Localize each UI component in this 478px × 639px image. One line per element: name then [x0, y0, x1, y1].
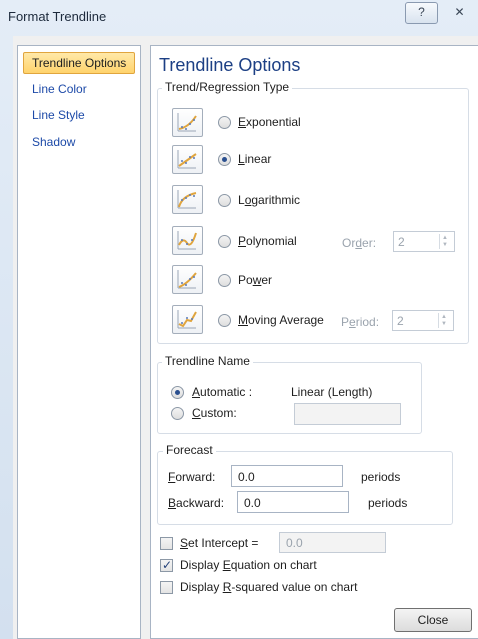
sidebar-item-line-style[interactable]: Line Style: [24, 105, 140, 127]
display-r-squared-label[interactable]: Display R-squared value on chart: [180, 580, 357, 594]
exponential-radio[interactable]: [218, 116, 231, 129]
sidebar-item-label: Line Color: [32, 82, 87, 96]
forecast-group: [157, 451, 453, 525]
help-button[interactable]: ?: [405, 2, 438, 24]
exponential-icon: [172, 108, 203, 137]
period-spin-arrows[interactable]: ▲ ▼: [438, 313, 451, 328]
close-window-button[interactable]: ✕: [443, 2, 476, 24]
power-icon: [172, 265, 203, 294]
set-intercept-checkbox[interactable]: [160, 537, 173, 550]
custom-name-input[interactable]: [294, 403, 401, 425]
format-trendline-dialog: Format Trendline ? ✕ Trendline Options L…: [0, 0, 478, 639]
forward-input[interactable]: 0.0: [231, 465, 343, 487]
chevron-up-icon: ▲: [442, 235, 448, 241]
sidebar-item-label: Line Style: [32, 108, 85, 122]
custom-label[interactable]: Custom:: [192, 406, 237, 420]
order-spin-arrows[interactable]: ▲ ▼: [439, 234, 452, 249]
order-stepper[interactable]: 2 ▲ ▼: [393, 231, 455, 252]
order-label: Order:: [342, 236, 377, 250]
logarithmic-label[interactable]: Logarithmic: [238, 193, 300, 207]
trend-type-group-label: Trend/Regression Type: [162, 80, 293, 94]
automatic-label[interactable]: Automatic :: [192, 385, 252, 399]
logarithmic-radio[interactable]: [218, 194, 231, 207]
close-icon: ✕: [454, 5, 465, 19]
set-intercept-label[interactable]: Set Intercept =: [180, 536, 258, 550]
sidebar-item-trendline-options[interactable]: Trendline Options: [23, 52, 135, 74]
automatic-radio[interactable]: [171, 386, 184, 399]
page-title: Trendline Options: [159, 55, 301, 75]
exponential-label[interactable]: Exponential: [238, 115, 301, 129]
period-stepper[interactable]: 2 ▲ ▼: [392, 310, 454, 331]
polynomial-icon: [172, 226, 203, 255]
period-value: 2: [397, 314, 404, 328]
chevron-down-icon: ▼: [441, 321, 447, 327]
linear-radio[interactable]: [218, 153, 231, 166]
intercept-input[interactable]: 0.0: [279, 532, 386, 553]
chevron-up-icon: ▲: [441, 314, 447, 320]
display-equation-label[interactable]: Display Equation on chart: [180, 558, 317, 572]
moving-average-radio[interactable]: [218, 314, 231, 327]
dialog-title: Format Trendline: [8, 9, 107, 24]
forward-label: Forward:: [168, 470, 216, 484]
period-label: Period:: [341, 315, 380, 329]
display-r-squared-checkbox[interactable]: [160, 581, 173, 594]
sidebar-item-shadow[interactable]: Shadow: [24, 132, 140, 154]
trend-type-group: [157, 88, 469, 344]
linear-label[interactable]: Linear: [238, 152, 271, 166]
sidebar: Trendline Options Line Color Line Style …: [17, 45, 141, 639]
backward-label: Backward:: [168, 496, 225, 510]
chevron-down-icon: ▼: [442, 242, 448, 248]
power-label[interactable]: Power: [238, 273, 272, 287]
linear-icon: [172, 145, 203, 174]
sidebar-item-label: Shadow: [32, 135, 76, 149]
sidebar-item-line-color[interactable]: Line Color: [24, 79, 140, 101]
moving-average-label[interactable]: Moving Average: [238, 313, 324, 327]
logarithmic-icon: [172, 185, 203, 214]
close-button[interactable]: Close: [394, 608, 472, 632]
trendline-name-group-label: Trendline Name: [162, 354, 253, 368]
moving-average-icon: [172, 305, 203, 334]
automatic-name-value: Linear (Length): [291, 385, 373, 399]
backward-input[interactable]: 0.0: [237, 491, 349, 513]
backward-unit: periods: [368, 496, 408, 510]
forecast-group-label: Forecast: [163, 443, 216, 457]
title-bar: Format Trendline ? ✕: [0, 0, 478, 36]
display-equation-checkbox[interactable]: [160, 558, 173, 572]
close-button-label: Close: [417, 613, 449, 627]
order-value: 2: [398, 235, 405, 249]
sidebar-item-label: Trendline Options: [32, 56, 127, 70]
help-icon: ?: [418, 5, 425, 19]
polynomial-radio[interactable]: [218, 235, 231, 248]
power-radio[interactable]: [218, 274, 231, 287]
polynomial-label[interactable]: Polynomial: [238, 234, 297, 248]
custom-radio[interactable]: [171, 407, 184, 420]
forward-unit: periods: [361, 470, 401, 484]
